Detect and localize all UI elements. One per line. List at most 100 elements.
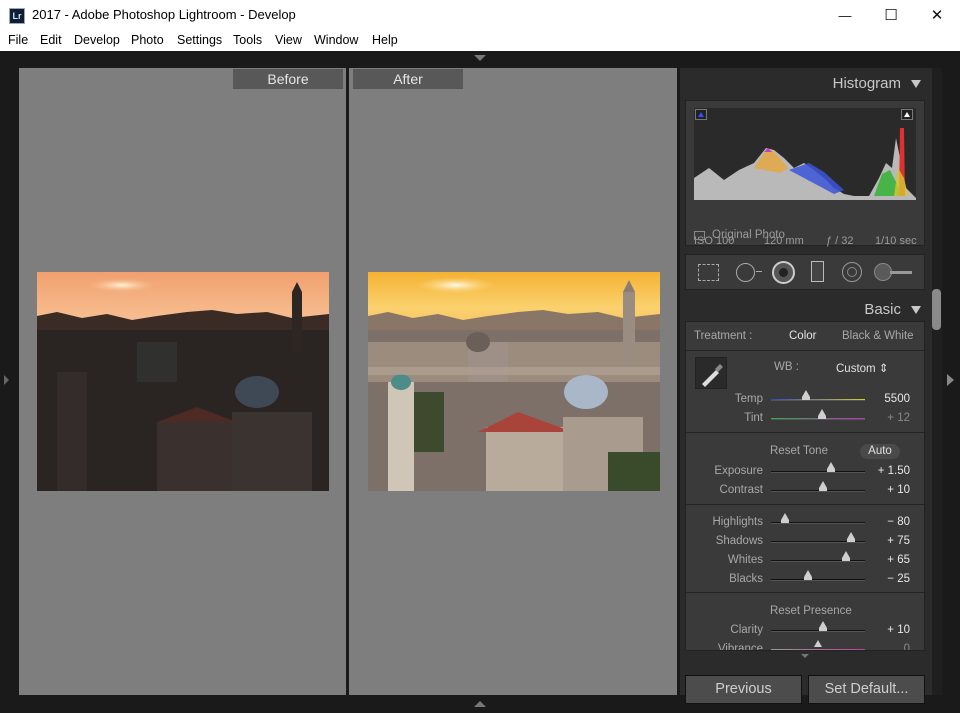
after-photo — [368, 272, 660, 491]
shadow-clipping-icon[interactable] — [695, 109, 707, 120]
lightroom-app-icon: Lr — [9, 8, 25, 24]
histogram-panel: ISO 100 120 mm ƒ / 32 1/10 sec Original … — [685, 100, 925, 247]
histogram-graph[interactable] — [694, 108, 916, 200]
histogram-header[interactable]: Histogram — [680, 68, 932, 98]
exposure-value[interactable]: + 1.50 — [870, 465, 910, 477]
basic-collapse-icon[interactable] — [911, 306, 921, 314]
reset-tone-button[interactable]: Reset Tone — [770, 445, 828, 457]
highlights-slider-knob[interactable] — [781, 513, 789, 520]
aperture-readout: ƒ / 32 — [826, 235, 854, 247]
radial-filter-icon[interactable] — [842, 262, 862, 282]
wb-eyedropper-icon[interactable] — [695, 357, 727, 389]
menu-settings[interactable]: Settings — [177, 33, 222, 47]
tint-slider-knob[interactable] — [818, 409, 826, 416]
close-button[interactable]: ✕ — [914, 0, 960, 31]
whites-label: Whites — [727, 554, 763, 566]
histogram-collapse-icon[interactable] — [911, 80, 921, 88]
blacks-value[interactable]: − 25 — [870, 573, 910, 585]
menu-file[interactable]: File — [8, 33, 28, 47]
right-panel-scrollbar-thumb[interactable] — [932, 289, 941, 330]
red-eye-icon[interactable] — [772, 261, 795, 284]
vibrance-slider[interactable] — [771, 649, 865, 650]
shadows-value[interactable]: + 75 — [870, 535, 910, 547]
original-photo-label: Original Photo — [712, 229, 785, 241]
exposure-label: Exposure — [714, 465, 763, 477]
original-photo-toggle[interactable]: Original Photo — [694, 229, 785, 241]
set-default-button[interactable]: Set Default... — [808, 675, 925, 704]
vibrance-slider-knob[interactable] — [814, 640, 822, 647]
before-label: Before — [233, 69, 343, 89]
reset-presence-button[interactable]: Reset Presence — [770, 605, 852, 617]
right-panel-toggle-icon[interactable] — [947, 374, 954, 386]
contrast-slider-knob[interactable] — [819, 481, 827, 488]
shadows-slider-knob[interactable] — [847, 532, 855, 539]
blacks-label: Blacks — [729, 573, 763, 585]
graduated-filter-icon[interactable] — [811, 261, 824, 282]
contrast-label: Contrast — [719, 484, 763, 496]
vibrance-label: Vibrance — [717, 643, 763, 651]
crop-overlay-icon[interactable] — [698, 264, 719, 281]
tool-strip — [685, 254, 925, 290]
original-photo-checkbox[interactable] — [694, 231, 705, 240]
menu-tools[interactable]: Tools — [233, 33, 262, 47]
top-panel-toggle-icon[interactable] — [474, 55, 486, 61]
whites-slider[interactable] — [771, 560, 865, 562]
shutter-readout: 1/10 sec — [875, 235, 917, 247]
menu-edit[interactable]: Edit — [40, 33, 62, 47]
clarity-value[interactable]: + 10 — [870, 624, 910, 636]
minimize-button[interactable]: — — [822, 0, 868, 31]
blacks-slider[interactable] — [771, 579, 865, 581]
whites-value[interactable]: + 65 — [870, 554, 910, 566]
left-panel-toggle-icon[interactable] — [4, 375, 9, 385]
before-photo — [37, 272, 329, 491]
highlights-value[interactable]: − 80 — [870, 516, 910, 528]
develop-workspace: Before After Histogram ISO 100 120 mm ƒ … — [0, 51, 960, 713]
spot-removal-icon[interactable] — [736, 263, 755, 282]
contrast-value[interactable]: + 10 — [870, 484, 910, 496]
menu-photo[interactable]: Photo — [131, 33, 164, 47]
temp-slider[interactable] — [771, 399, 865, 401]
treatment-label: Treatment : — [694, 330, 753, 342]
scroll-down-icon[interactable] — [801, 654, 809, 658]
menu-view[interactable]: View — [275, 33, 302, 47]
treatment-color-option[interactable]: Color — [789, 330, 816, 342]
basic-header[interactable]: Basic — [680, 294, 932, 324]
exposure-slider-knob[interactable] — [827, 462, 835, 469]
exposure-slider[interactable] — [771, 471, 865, 473]
temp-value[interactable]: 5500 — [870, 393, 910, 405]
window-title: 2017 - Adobe Photoshop Lightroom - Devel… — [32, 7, 296, 22]
menu-develop[interactable]: Develop — [74, 33, 120, 47]
previous-button[interactable]: Previous — [685, 675, 802, 704]
after-pane: After — [349, 68, 677, 695]
maximize-button[interactable]: ☐ — [868, 0, 914, 31]
vibrance-value[interactable]: 0 — [870, 643, 910, 650]
blacks-slider-knob[interactable] — [804, 570, 812, 577]
before-pane: Before — [19, 68, 346, 695]
wb-select[interactable]: Custom ⇕ — [836, 361, 888, 375]
whites-slider-knob[interactable] — [842, 551, 850, 558]
auto-tone-button[interactable]: Auto — [860, 444, 900, 459]
tint-value[interactable]: + 12 — [870, 412, 910, 424]
wb-label: WB : — [774, 361, 799, 373]
histogram-title: Histogram — [832, 75, 901, 92]
temp-label: Temp — [734, 393, 763, 405]
clarity-slider-knob[interactable] — [819, 621, 827, 628]
tint-label: Tint — [744, 412, 763, 424]
right-panel: Histogram ISO 100 120 mm ƒ / 32 1/10 sec… — [680, 68, 932, 704]
highlight-clipping-icon[interactable] — [901, 109, 913, 120]
basic-title: Basic — [864, 301, 901, 318]
menu-bar: File Edit Develop Photo Settings Tools V… — [0, 31, 960, 51]
clarity-label: Clarity — [730, 624, 763, 636]
clarity-slider[interactable] — [771, 630, 865, 632]
temp-slider-knob[interactable] — [802, 390, 810, 397]
menu-help[interactable]: Help — [372, 33, 398, 47]
after-label: After — [353, 69, 463, 89]
menu-window[interactable]: Window — [314, 33, 358, 47]
shadows-label: Shadows — [715, 535, 763, 547]
right-panel-scrollbar-track[interactable] — [932, 68, 942, 695]
treatment-bw-option[interactable]: Black & White — [842, 330, 914, 342]
filmstrip-toggle-icon[interactable] — [474, 701, 486, 707]
contrast-slider[interactable] — [771, 490, 865, 492]
title-bar: Lr 2017 - Adobe Photoshop Lightroom - De… — [0, 0, 960, 31]
basic-panel: Treatment : Color Black & White WB : Cus… — [685, 321, 925, 651]
